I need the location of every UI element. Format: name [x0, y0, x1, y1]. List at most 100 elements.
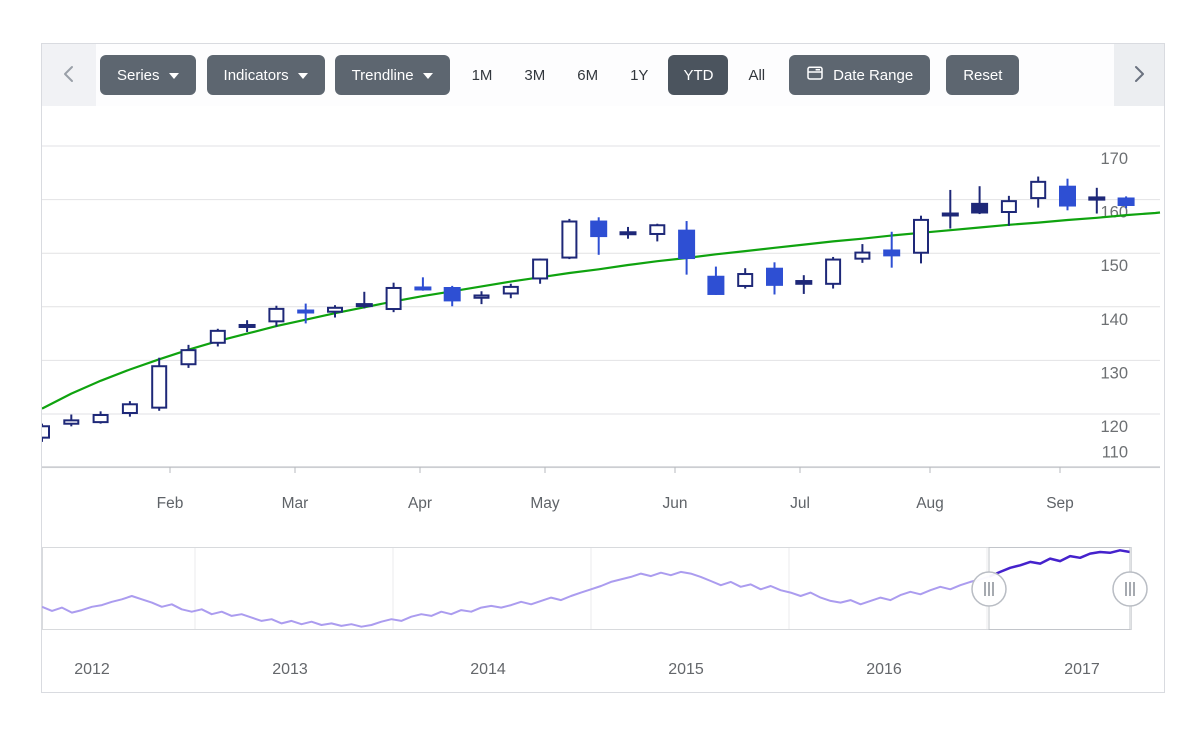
y-axis-label: 130	[1100, 364, 1128, 382]
candle-body	[562, 222, 576, 258]
candle-body	[591, 221, 607, 237]
candle[interactable]	[708, 267, 724, 295]
x-axis-label: Jun	[663, 495, 688, 512]
candle-body	[94, 415, 108, 422]
candle[interactable]	[562, 219, 576, 259]
trendline-series	[42, 213, 1160, 409]
navigator-border	[43, 548, 1132, 630]
navigator-year-labels: 201220132014201520162017	[74, 661, 1100, 678]
range-button-3m[interactable]: 3M	[510, 55, 559, 95]
x-axis-label: Apr	[408, 495, 432, 512]
candle[interactable]	[826, 257, 840, 289]
candle[interactable]	[42, 424, 49, 442]
candle[interactable]	[328, 305, 342, 317]
candle[interactable]	[269, 306, 283, 327]
candle[interactable]	[239, 320, 255, 332]
range-navigator[interactable]	[42, 547, 1147, 630]
candle-body	[387, 288, 401, 309]
candle-body	[855, 253, 869, 259]
candle-body	[650, 225, 664, 234]
range-button-1m[interactable]: 1M	[458, 55, 507, 95]
candle-body	[1002, 201, 1016, 212]
candle-body	[1118, 198, 1134, 206]
candle[interactable]	[387, 283, 401, 312]
stock-chart-demo: Series Indicators Trendline 1M 3M 6M 1Y …	[0, 0, 1200, 740]
candle-body	[182, 350, 196, 364]
candle-body	[826, 260, 840, 284]
x-axis-label: May	[530, 495, 560, 512]
candle[interactable]	[591, 217, 607, 255]
navigator-year-label: 2012	[74, 661, 110, 678]
candle[interactable]	[64, 415, 78, 427]
candle-body	[620, 232, 636, 235]
candle-body	[123, 404, 137, 413]
y-gridlines	[42, 146, 1160, 468]
candle[interactable]	[914, 216, 928, 264]
candle[interactable]	[152, 358, 166, 411]
navigator-year-label: 2014	[470, 661, 506, 678]
x-axis-labels: FebMarAprMayJunJulAugSep	[157, 467, 1074, 512]
candle[interactable]	[620, 227, 636, 239]
candle[interactable]	[211, 329, 225, 347]
navigator-line-selected	[42, 550, 1130, 626]
y-axis-label: 160	[1100, 204, 1128, 222]
toolbar-items: Series Indicators Trendline 1M 3M 6M 1Y …	[97, 44, 1164, 106]
candle[interactable]	[1002, 196, 1016, 226]
toolbar-scroll-right-button[interactable]	[1114, 44, 1164, 106]
candle-body	[42, 426, 49, 437]
y-axis-label: 110	[1102, 444, 1128, 462]
candle-series	[42, 177, 1134, 442]
candle[interactable]	[533, 259, 547, 284]
y-axis-label: 140	[1100, 311, 1128, 329]
navigator-year-label: 2015	[668, 661, 704, 678]
candle-body	[1031, 182, 1045, 198]
candle[interactable]	[1060, 179, 1076, 211]
range-button-6m[interactable]: 6M	[563, 55, 612, 95]
candle[interactable]	[356, 292, 372, 309]
candle[interactable]	[444, 286, 460, 306]
candle-body	[475, 295, 489, 297]
candle-body	[533, 260, 547, 279]
candle[interactable]	[415, 277, 431, 290]
candle-body	[444, 288, 460, 301]
candle-body	[884, 250, 900, 256]
caret-down-icon	[423, 73, 433, 79]
range-button-ytd[interactable]: YTD	[668, 55, 728, 95]
reset-button[interactable]: Reset	[946, 55, 1019, 95]
caret-down-icon	[169, 73, 179, 79]
range-button-all[interactable]: All	[734, 55, 779, 95]
candle[interactable]	[94, 411, 108, 423]
series-dropdown-button[interactable]: Series	[100, 55, 196, 95]
candle[interactable]	[942, 190, 958, 229]
candle[interactable]	[972, 186, 988, 214]
trendline-dropdown-label: Trendline	[352, 67, 414, 84]
indicators-dropdown-label: Indicators	[224, 67, 289, 84]
chart-toolbar: Series Indicators Trendline 1M 3M 6M 1Y …	[42, 44, 1164, 106]
candle[interactable]	[738, 268, 752, 288]
candle-body	[679, 230, 695, 258]
date-range-button[interactable]: Date Range	[789, 55, 930, 95]
candle-body	[504, 287, 518, 294]
candle[interactable]	[475, 291, 489, 304]
toolbar-scroll-left-button[interactable]	[42, 44, 96, 106]
candle[interactable]	[767, 262, 783, 294]
candle-body	[64, 420, 78, 423]
y-axis-label: 170	[1100, 150, 1128, 168]
candle[interactable]	[504, 284, 518, 298]
candle[interactable]	[679, 221, 695, 275]
x-axis-label: Feb	[157, 495, 184, 512]
candle-body	[415, 287, 431, 290]
trendline-dropdown-button[interactable]: Trendline	[335, 55, 450, 95]
candle[interactable]	[796, 275, 812, 294]
chevron-right-icon	[1130, 63, 1148, 88]
x-axis-label: Mar	[282, 495, 309, 512]
candle[interactable]	[855, 244, 869, 263]
candle[interactable]	[650, 224, 664, 242]
navigator-right-slider[interactable]	[1113, 547, 1147, 630]
navigator-left-slider[interactable]	[972, 547, 1006, 630]
indicators-dropdown-button[interactable]: Indicators	[207, 55, 325, 95]
range-button-1y[interactable]: 1Y	[616, 55, 662, 95]
series-dropdown-label: Series	[117, 67, 160, 84]
date-range-label: Date Range	[833, 67, 913, 84]
candle[interactable]	[1031, 177, 1045, 208]
